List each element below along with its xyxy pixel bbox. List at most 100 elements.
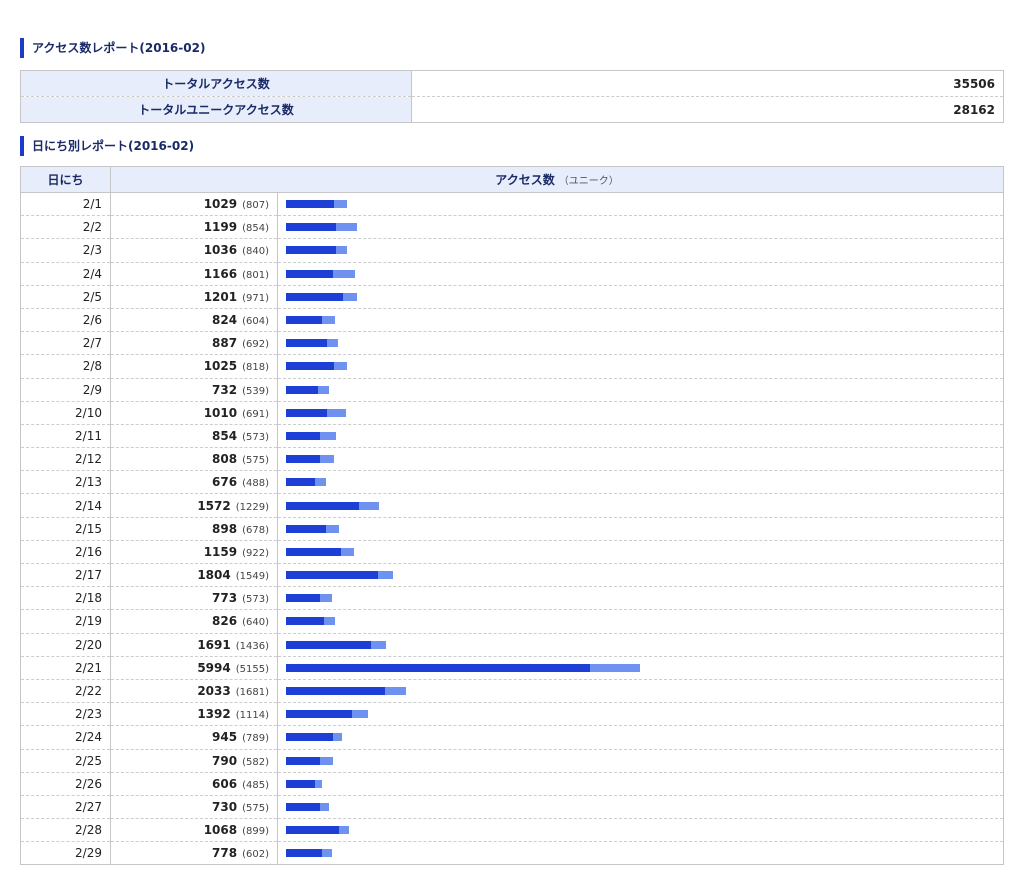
- day-cell: 2/18: [20, 586, 111, 611]
- unique-access-count: (1229): [235, 501, 269, 513]
- access-count-cell: 1392 (1114): [110, 702, 278, 727]
- access-bar: [286, 339, 995, 348]
- unique-access-count: (922): [242, 547, 269, 559]
- total-access-count: 1036: [203, 243, 238, 258]
- bar-cell: [277, 702, 1004, 727]
- access-count-cell: 824 (604): [110, 308, 278, 333]
- access-bar: [286, 223, 995, 232]
- day-cell: 2/25: [20, 749, 111, 773]
- table-row: トータルアクセス数 35506: [20, 70, 1004, 97]
- access-count-cell: 1166 (801): [110, 262, 278, 286]
- bar-cell: [277, 772, 1004, 796]
- total-access-count: 808: [212, 452, 238, 467]
- unique-access-bar: [286, 431, 320, 440]
- daily-report-title: 日にち別レポート(2016-02): [20, 136, 194, 156]
- table-row: トータルユニークアクセス数 28162: [20, 96, 1004, 123]
- day-cell: 2/20: [20, 633, 111, 657]
- unique-access-count: (5155): [235, 663, 269, 675]
- bar-cell: [277, 818, 1004, 843]
- header-day: 日にち: [20, 166, 111, 193]
- total-access-count: 945: [212, 730, 238, 745]
- unique-access-bar: [286, 640, 371, 649]
- unique-access-count: (582): [242, 756, 269, 768]
- access-count-cell: 854 (573): [110, 424, 278, 449]
- access-count-cell: 1572 (1229): [110, 493, 278, 518]
- unique-access-count: (604): [242, 316, 269, 328]
- day-cell: 2/14: [20, 493, 111, 518]
- total-access-count: 790: [212, 753, 238, 768]
- table-row: 2/15 898 (678): [20, 517, 1004, 541]
- access-bar: [286, 316, 995, 325]
- access-bar: [286, 200, 995, 209]
- bar-cell: [277, 493, 1004, 518]
- access-bar: [286, 826, 995, 835]
- day-cell: 2/23: [20, 702, 111, 727]
- daily-table-header: 日にち アクセス数 （ユニーク）: [20, 166, 1004, 193]
- access-count-cell: 730 (575): [110, 795, 278, 820]
- access-bar: [286, 431, 995, 440]
- access-count-cell: 1691 (1436): [110, 633, 278, 657]
- unique-access-count: (1114): [235, 710, 269, 722]
- day-cell: 2/11: [20, 424, 111, 449]
- unique-access-bar: [286, 223, 337, 232]
- unique-access-bar: [286, 710, 352, 719]
- day-cell: 2/29: [20, 841, 111, 865]
- access-bar: [286, 849, 995, 858]
- total-unique-access-value: 28162: [953, 102, 995, 117]
- total-access-count: 1025: [203, 359, 238, 374]
- day-cell: 2/13: [20, 470, 111, 495]
- total-access-count: 854: [212, 428, 238, 443]
- unique-access-count: (807): [242, 200, 269, 212]
- day-cell: 2/1: [20, 192, 111, 217]
- total-access-count: 1572: [197, 498, 231, 513]
- day-cell: 2/19: [20, 609, 111, 634]
- access-count-cell: 1010 (691): [110, 401, 278, 425]
- access-count-cell: 1201 (971): [110, 285, 278, 309]
- day-cell: 2/15: [20, 517, 111, 541]
- unique-access-count: (573): [242, 431, 269, 443]
- unique-access-bar: [286, 385, 318, 394]
- table-row: 2/16 1159 (922): [20, 540, 1004, 565]
- bar-cell: [277, 586, 1004, 611]
- access-bar: [286, 663, 995, 672]
- unique-access-count: (539): [242, 385, 269, 397]
- bar-cell: [277, 470, 1004, 495]
- total-access-count: 1199: [203, 220, 238, 235]
- unique-access-bar: [286, 339, 327, 348]
- access-bar: [286, 779, 995, 788]
- unique-access-bar: [286, 594, 320, 603]
- access-count-cell: 808 (575): [110, 447, 278, 472]
- bar-cell: [277, 795, 1004, 820]
- unique-access-bar: [286, 849, 322, 858]
- unique-access-count: (1549): [235, 571, 269, 583]
- total-access-count: 898: [212, 521, 238, 536]
- unique-access-count: (678): [242, 524, 269, 536]
- unique-access-count: (575): [242, 802, 269, 814]
- access-count-cell: 826 (640): [110, 609, 278, 634]
- table-row: 2/25 790 (582): [20, 749, 1004, 773]
- table-row: 2/24 945 (789): [20, 725, 1004, 750]
- day-cell: 2/9: [20, 378, 111, 402]
- day-cell: 2/16: [20, 540, 111, 565]
- bar-cell: [277, 308, 1004, 333]
- access-bar: [286, 710, 995, 719]
- unique-access-bar: [286, 269, 334, 278]
- total-access-count: 887: [212, 336, 238, 351]
- access-count-cell: 773 (573): [110, 586, 278, 611]
- access-bar: [286, 292, 995, 301]
- header-access: アクセス数 （ユニーク）: [110, 166, 1004, 193]
- table-row: 2/28 1068 (899): [20, 818, 1004, 843]
- unique-access-bar: [286, 455, 320, 464]
- access-bar: [286, 640, 995, 649]
- unique-access-bar: [286, 524, 326, 533]
- bar-cell: [277, 378, 1004, 402]
- bar-cell: [277, 540, 1004, 565]
- access-count-cell: 898 (678): [110, 517, 278, 541]
- bar-cell: [277, 656, 1004, 680]
- unique-access-count: (485): [242, 779, 269, 791]
- access-count-cell: 2033 (1681): [110, 679, 278, 704]
- day-cell: 2/3: [20, 238, 111, 263]
- bar-cell: [277, 331, 1004, 356]
- unique-access-bar: [286, 802, 320, 811]
- table-row: 2/9 732 (539): [20, 378, 1004, 402]
